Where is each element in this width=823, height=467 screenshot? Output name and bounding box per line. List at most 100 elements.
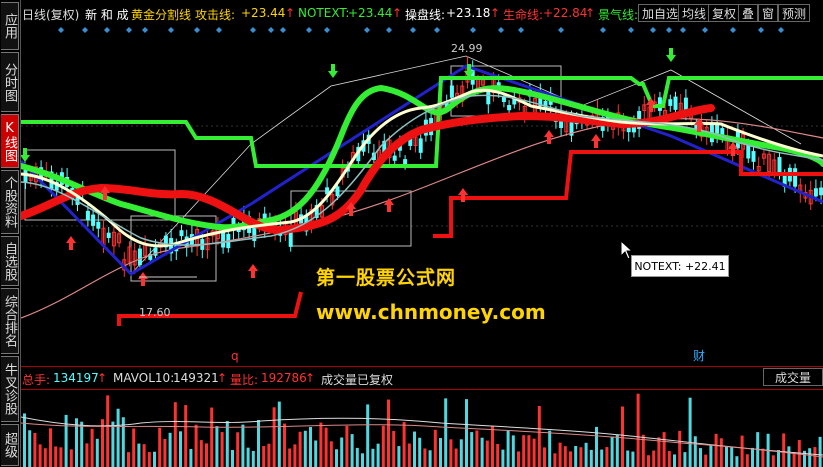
volume-bar (688, 397, 692, 467)
volume-bar (340, 437, 344, 467)
volume-bar (277, 401, 281, 467)
volume-bar (54, 446, 58, 467)
volume-bar (64, 414, 68, 467)
volume-bars (23, 393, 822, 467)
volume-bar (153, 451, 156, 467)
window-button[interactable]: 窗 (758, 4, 779, 22)
volume-bar (615, 435, 619, 467)
diamond-marker (82, 27, 88, 33)
volume-bar (709, 444, 713, 467)
volume-bar (303, 430, 307, 467)
volume-bar (636, 393, 640, 467)
tab-ranking[interactable]: 综合排名 (1, 288, 19, 354)
ma-button[interactable]: 均线 (678, 4, 711, 22)
volume-bar (678, 430, 682, 467)
diamond-marker (104, 27, 110, 33)
high-price-label: 24.99 (451, 42, 483, 55)
volume-bar (210, 407, 214, 467)
volume-bar (761, 448, 765, 467)
volume-bar (782, 433, 786, 467)
diamond-marker (558, 27, 564, 33)
candle-body (501, 96, 506, 102)
volume-bar (28, 430, 32, 467)
left-sidebar: 应用 分时图 K线图 个股资料 自选股 综合排名 牛叉诊股 超级 (0, 0, 21, 467)
buy-arrow-icon (544, 130, 554, 144)
tab-apps[interactable]: 应用 (1, 2, 19, 50)
volume-bar (90, 428, 94, 467)
volume-bar (314, 440, 318, 467)
diamond-marker (58, 27, 64, 33)
tab-diagnose[interactable]: 牛叉诊股 (1, 356, 19, 422)
volume-bar (49, 428, 52, 467)
volume-bar (116, 408, 120, 467)
volume-bar (324, 427, 328, 467)
volume-bar (173, 402, 177, 467)
volume-bar (319, 422, 323, 467)
diamond-marker (324, 27, 330, 33)
volume-bar (111, 421, 115, 467)
diamond-marker (680, 27, 686, 33)
tab-kline[interactable]: K线图 (1, 114, 19, 168)
volume-bar (371, 448, 375, 467)
diamond-marker (628, 27, 634, 33)
volume-bar (808, 448, 812, 467)
forecast-button[interactable]: 预测 (778, 4, 811, 22)
volume-bar (23, 413, 26, 467)
notext-value: +23.44 (348, 6, 393, 20)
diamond-marker (650, 27, 656, 33)
tab-stock-info[interactable]: 个股资料 (1, 170, 19, 234)
volume-indicator-button[interactable]: 成交量 (763, 368, 823, 386)
volume-bar (236, 432, 240, 467)
buy-arrow-icon (138, 272, 148, 286)
volume-bar (225, 421, 229, 467)
volume-bar (288, 448, 292, 467)
tab-super[interactable]: 超级 (1, 424, 19, 466)
volume-bar (246, 447, 250, 467)
volume-bar (387, 399, 390, 467)
volume-bar (491, 426, 494, 467)
adjust-button[interactable]: 复权 (708, 4, 741, 22)
volume-bar (241, 424, 245, 467)
volume-bar (647, 455, 650, 467)
diamond-marker (386, 27, 392, 33)
volume-bar (511, 435, 515, 467)
volume-bar (527, 435, 531, 467)
overlay-button[interactable]: 叠 (738, 4, 759, 22)
volume-bar (59, 447, 63, 467)
volume-bar (413, 431, 416, 467)
candle-body (106, 232, 111, 239)
volume-bar (699, 448, 702, 467)
volume-bar (345, 425, 349, 467)
formula-name[interactable]: 黄金分割线 (131, 6, 191, 23)
total-value: 134197 (53, 371, 99, 385)
notext-up-arrow-icon: ↑ (392, 6, 403, 20)
volume-bar (470, 432, 474, 467)
total-up-arrow-icon: ↑ (97, 371, 108, 385)
buy-arrow-icon (591, 134, 601, 148)
volume-bar (199, 440, 203, 467)
volume-bar (205, 443, 208, 467)
diamond-marker (168, 27, 174, 33)
buy-arrow-icon (66, 236, 76, 250)
candle-body (751, 151, 756, 162)
volume-chart[interactable] (21, 389, 823, 467)
candle-body (668, 99, 673, 106)
tab-watchlist[interactable]: 自选股 (1, 236, 19, 286)
volume-bar (600, 449, 604, 467)
volume-bar (381, 425, 385, 467)
ratio-label: 量比: (230, 373, 259, 387)
marker-finance[interactable]: 财 (693, 349, 705, 363)
volume-bar (366, 404, 370, 467)
volume-bar (407, 443, 411, 467)
add-watchlist-button[interactable]: 加自选 (638, 4, 683, 22)
period-label[interactable]: 日线(复权) (22, 6, 79, 23)
tab-intraday[interactable]: 分时图 (1, 52, 19, 112)
volume-bar (418, 437, 422, 467)
volume-bar (673, 454, 676, 467)
diamond-marker (518, 27, 524, 33)
volume-bar (95, 438, 99, 467)
volume-bar (621, 406, 624, 467)
life-label: 生命线: (503, 8, 544, 22)
volume-bar (569, 451, 572, 467)
volume-bar (792, 452, 796, 467)
